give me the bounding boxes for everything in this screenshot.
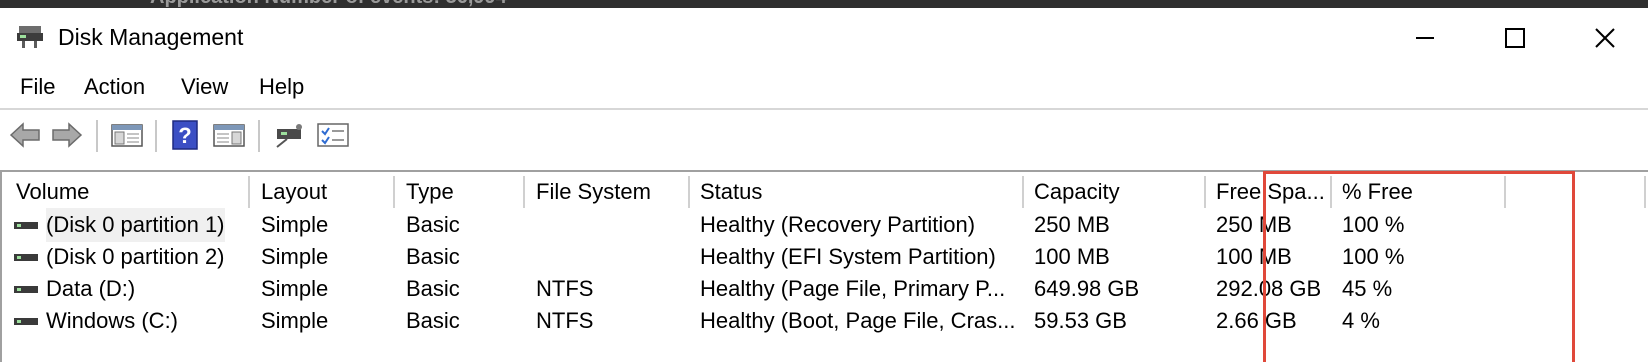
help-button[interactable]: ? xyxy=(168,118,202,152)
show-hide-console-tree-icon xyxy=(111,124,143,147)
properties-button[interactable] xyxy=(316,118,350,152)
disk-icon xyxy=(14,220,38,230)
properties-icon xyxy=(317,123,349,147)
forward-arrow-icon xyxy=(52,122,83,148)
cell-file-system xyxy=(526,208,690,242)
close-icon xyxy=(1595,28,1615,48)
cell-status: Healthy (EFI System Partition) xyxy=(700,244,996,269)
cell-status: Healthy (Boot, Page File, Cras... xyxy=(700,308,1016,333)
cell-status: Healthy (Recovery Partition) xyxy=(700,212,976,237)
cell-capacity: 59.53 GB xyxy=(1034,308,1127,333)
cell-type: Basic xyxy=(406,308,460,333)
cell-layout: Simple xyxy=(261,244,329,269)
volume-name: Data (D:) xyxy=(46,276,136,301)
cell-volume: (Disk 0 partition 1) xyxy=(6,208,251,242)
highlight-annotation-box xyxy=(1263,171,1575,362)
window-title: Disk Management xyxy=(58,24,244,50)
cell-layout: Simple xyxy=(261,308,329,333)
cell-type: Basic xyxy=(406,276,460,301)
column-header-status[interactable]: Status xyxy=(690,176,1024,208)
menu-bar: File Action View Help xyxy=(0,66,1648,106)
help-icon: ? xyxy=(172,120,198,150)
cell-volume: Data (D:) xyxy=(6,272,251,306)
menu-help[interactable]: Help xyxy=(259,74,304,100)
cell-file-system: NTFS xyxy=(536,308,594,333)
background-window-strip: Application Number of events: 36,994 xyxy=(0,0,1648,8)
maximize-icon xyxy=(1505,28,1525,48)
cell-status: Healthy (Page File, Primary P... xyxy=(700,276,1006,301)
cell-layout: Simple xyxy=(261,212,329,237)
maximize-button[interactable] xyxy=(1470,16,1560,60)
cell-capacity: 649.98 GB xyxy=(1034,276,1140,301)
toolbar-separator xyxy=(258,120,260,152)
column-header-type[interactable]: Type xyxy=(396,176,525,208)
disk-icon xyxy=(14,316,38,326)
disk-icon xyxy=(14,284,38,294)
title-bar[interactable]: Disk Management xyxy=(0,8,1648,64)
cell-file-system xyxy=(526,240,690,274)
connect-button[interactable] xyxy=(272,118,306,152)
minimize-icon xyxy=(1416,37,1434,39)
back-button[interactable] xyxy=(8,118,42,152)
show-hide-action-pane-icon xyxy=(213,124,245,147)
menu-file[interactable]: File xyxy=(20,74,55,100)
disk-icon xyxy=(14,252,38,262)
toolbar: ? xyxy=(0,108,1648,162)
connect-icon xyxy=(276,124,302,148)
menu-action[interactable]: Action xyxy=(84,74,145,100)
cell-layout: Simple xyxy=(261,276,329,301)
back-arrow-icon xyxy=(9,122,40,148)
toolbar-separator xyxy=(96,120,98,152)
cell-capacity: 250 MB xyxy=(1034,212,1110,237)
disk-management-icon xyxy=(16,24,46,50)
show-hide-console-tree-button[interactable] xyxy=(110,118,144,152)
column-header-volume[interactable]: Volume xyxy=(6,176,250,208)
cell-type: Basic xyxy=(406,212,460,237)
close-button[interactable] xyxy=(1560,16,1648,60)
volume-name: (Disk 0 partition 1) xyxy=(46,208,225,242)
column-header-capacity[interactable]: Capacity xyxy=(1024,176,1206,208)
minimize-button[interactable] xyxy=(1380,16,1470,60)
svg-text:?: ? xyxy=(178,123,191,148)
cell-capacity: 100 MB xyxy=(1034,244,1110,269)
cell-volume: Windows (C:) xyxy=(6,304,251,338)
cell-file-system: NTFS xyxy=(536,276,594,301)
column-header-file-system[interactable]: File System xyxy=(526,176,690,208)
cell-volume: (Disk 0 partition 2) xyxy=(6,240,251,274)
toolbar-separator xyxy=(155,120,157,152)
show-hide-action-pane-button[interactable] xyxy=(212,118,246,152)
volume-name: Windows (C:) xyxy=(46,308,179,333)
volume-name: (Disk 0 partition 2) xyxy=(46,244,225,269)
menu-view[interactable]: View xyxy=(181,74,228,100)
forward-button[interactable] xyxy=(50,118,84,152)
column-header-layout[interactable]: Layout xyxy=(251,176,395,208)
cell-type: Basic xyxy=(406,244,460,269)
